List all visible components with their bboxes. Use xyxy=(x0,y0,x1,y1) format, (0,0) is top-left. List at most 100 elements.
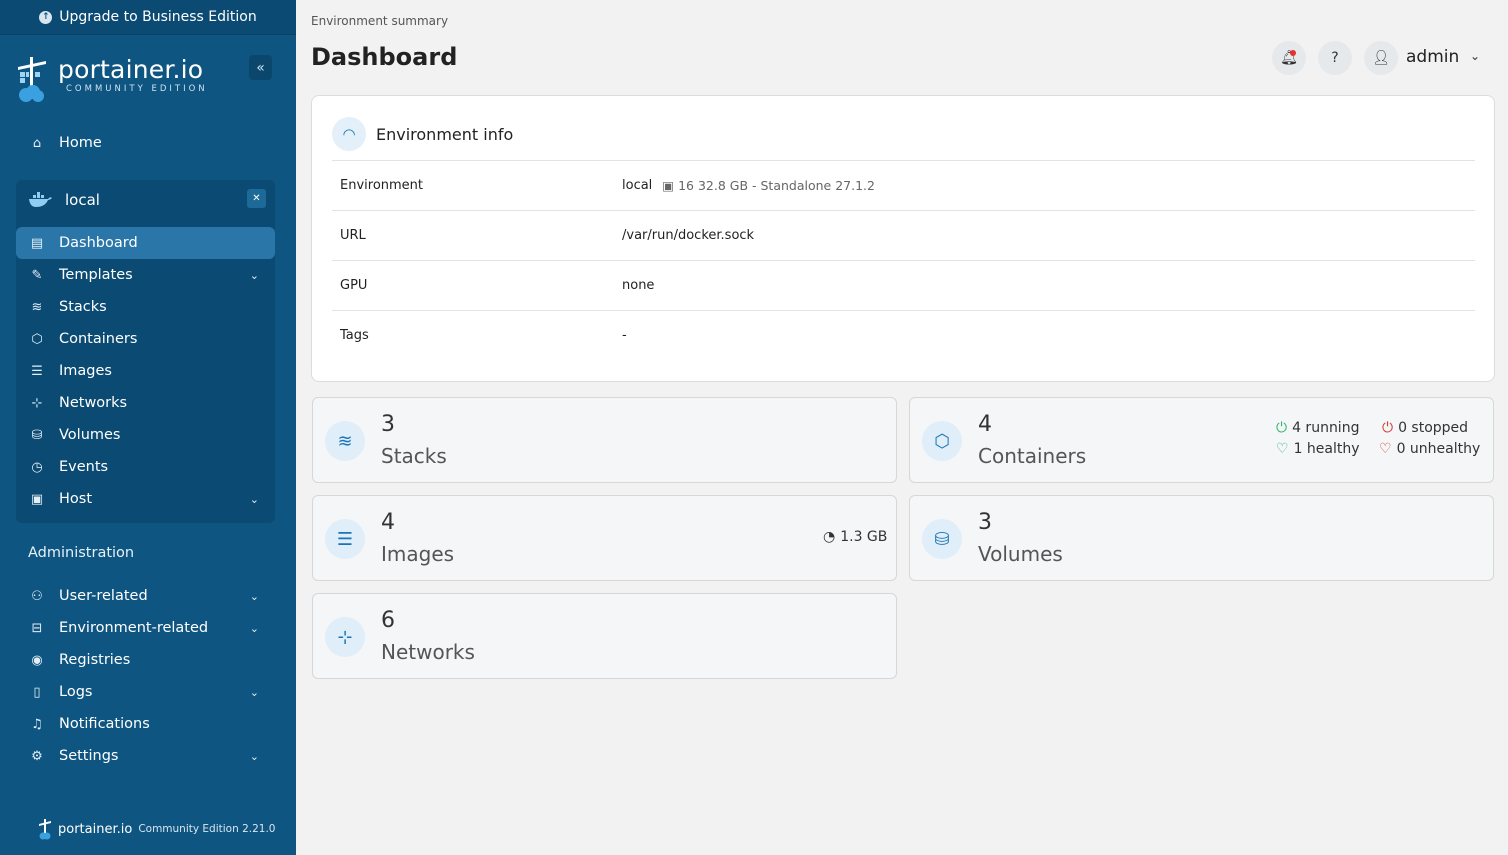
gauge-icon: ◠ xyxy=(332,117,366,151)
info-row-url: URL /var/run/docker.sock xyxy=(332,210,1475,260)
power-off-icon: ⏻ xyxy=(1382,420,1394,436)
info-key: Tags xyxy=(340,328,369,343)
volumes-label: Volumes xyxy=(978,542,1063,566)
close-environment-button[interactable]: ✕ xyxy=(247,189,266,208)
collapse-sidebar-button[interactable]: « xyxy=(249,55,272,80)
docker-icon xyxy=(29,192,52,207)
radio-icon: ◉ xyxy=(31,652,43,668)
unhealthy-count: 0 unhealthy xyxy=(1396,441,1481,457)
networks-card[interactable]: ⊹ 6 Networks xyxy=(312,593,897,679)
running-count: 4 running xyxy=(1292,420,1360,436)
footer-brand: portainer.io xyxy=(58,821,133,837)
chevron-down-icon[interactable]: ⌄ xyxy=(1470,49,1480,63)
info-row-environment: Environment local ▣ 16 32.8 GB - Standal… xyxy=(332,160,1475,210)
network-icon: ⊹ xyxy=(31,395,43,411)
info-value: /var/run/docker.sock xyxy=(622,228,755,243)
logo[interactable]: portainer.io COMMUNITY EDITION « xyxy=(16,55,272,105)
cpu-icon: ▣ xyxy=(662,178,675,193)
sidebar-item-stacks[interactable]: ≋ Stacks xyxy=(16,291,275,323)
chevron-down-icon[interactable]: ⌄ xyxy=(250,590,259,603)
chevron-down-icon[interactable]: ⌄ xyxy=(250,686,259,699)
sidebar-item-events[interactable]: ◷ Events xyxy=(16,451,275,483)
gear-icon: ⚙ xyxy=(31,748,43,764)
heart-icon: ♡ xyxy=(1276,441,1289,457)
healthy-count: 1 healthy xyxy=(1293,441,1360,457)
help-button[interactable]: ? xyxy=(1318,41,1352,75)
sidebar-item-registries[interactable]: ◉ Registries xyxy=(16,644,275,676)
sidebar-item-environment-related[interactable]: ⊟ Environment-related ⌄ xyxy=(16,612,275,644)
portainer-logo-small-icon xyxy=(39,819,51,840)
notifications-button[interactable]: 🔔︎ xyxy=(1272,41,1306,75)
sidebar-item-label: User-related xyxy=(59,588,148,604)
stacks-count: 3 xyxy=(381,412,395,437)
double-chevron-left-icon: « xyxy=(256,59,265,76)
info-row-tags: Tags - xyxy=(332,310,1475,360)
environment-info-card: ◠ Environment info Environment local ▣ 1… xyxy=(311,95,1495,382)
sidebar-item-label: Notifications xyxy=(59,716,150,732)
info-value: none xyxy=(622,278,655,293)
logo-edition: COMMUNITY EDITION xyxy=(66,84,208,94)
chevron-down-icon[interactable]: ⌄ xyxy=(250,269,259,282)
network-icon: ⊹ xyxy=(325,617,365,657)
user-menu-avatar[interactable]: 👤︎ xyxy=(1364,41,1398,75)
sidebar-item-user-related[interactable]: ⚇ User-related ⌄ xyxy=(16,580,275,612)
stacks-card[interactable]: ≋ 3 Stacks xyxy=(312,397,897,483)
box-icon: ⬡ xyxy=(922,421,962,461)
administration-section-label: Administration xyxy=(28,545,135,561)
logo-text: portainer.io xyxy=(58,55,204,84)
close-icon: ✕ xyxy=(252,193,261,204)
users-icon: ⚇ xyxy=(31,588,43,604)
list-icon: ☰ xyxy=(31,363,43,379)
environment-name: local xyxy=(65,191,100,209)
file-text-icon: ▯ xyxy=(33,684,41,700)
sidebar-item-settings[interactable]: ⚙ Settings ⌄ xyxy=(16,740,275,772)
sidebar-item-label: Settings xyxy=(59,748,119,764)
upgrade-banner[interactable]: ↑ Upgrade to Business Edition xyxy=(0,0,296,35)
chevron-down-icon[interactable]: ⌄ xyxy=(250,750,259,763)
user-name[interactable]: admin xyxy=(1406,47,1459,67)
info-key: Environment xyxy=(340,178,424,193)
sidebar-item-logs[interactable]: ▯ Logs ⌄ xyxy=(16,676,275,708)
info-row-gpu: GPU none xyxy=(332,260,1475,310)
edit-icon: ✎ xyxy=(31,267,43,283)
sidebar-item-containers[interactable]: ⬡ Containers xyxy=(16,323,275,355)
sidebar-item-home[interactable]: ⌂ Home xyxy=(16,127,275,159)
volumes-card[interactable]: ⛁ 3 Volumes xyxy=(909,495,1494,581)
images-count: 4 xyxy=(381,510,395,535)
sidebar-item-volumes[interactable]: ⛁ Volumes xyxy=(16,419,275,451)
environment-info-header: ◠ Environment info xyxy=(332,117,513,151)
chevron-down-icon[interactable]: ⌄ xyxy=(250,493,259,506)
database-icon: ⛁ xyxy=(922,519,962,559)
sidebar-item-images[interactable]: ☰ Images xyxy=(16,355,275,387)
environment-header: local xyxy=(16,184,275,216)
sidebar-item-templates[interactable]: ✎ Templates ⌄ xyxy=(16,259,275,291)
sidebar-item-dashboard[interactable]: ▤ Dashboard xyxy=(16,227,275,259)
box-icon: ⬡ xyxy=(31,331,43,347)
unhealthy-status: ♡ 0 unhealthy xyxy=(1379,441,1480,457)
environment-resources: ▣ 16 32.8 GB - Standalone 27.1.2 xyxy=(662,178,875,193)
sidebar-item-label: Host xyxy=(59,491,93,507)
sidebar-item-label: Volumes xyxy=(59,427,121,443)
info-key: URL xyxy=(340,228,366,243)
sidebar-item-label: Home xyxy=(59,135,102,151)
sidebar-item-networks[interactable]: ⊹ Networks xyxy=(16,387,275,419)
stopped-count: 0 stopped xyxy=(1398,420,1469,436)
chevron-down-icon[interactable]: ⌄ xyxy=(250,622,259,635)
networks-count: 6 xyxy=(381,608,395,633)
home-icon: ⌂ xyxy=(32,135,42,151)
power-icon: ⏻ xyxy=(1276,420,1288,436)
page-title: Dashboard xyxy=(311,43,458,71)
images-card[interactable]: ☰ 4 Images ◔ 1.3 GB xyxy=(312,495,897,581)
sidebar-item-label: Logs xyxy=(59,684,93,700)
breadcrumb[interactable]: Environment summary xyxy=(311,14,448,28)
notification-dot xyxy=(1290,50,1296,56)
hard-drive-icon: ⊟ xyxy=(31,620,43,636)
containers-card[interactable]: ⬡ 4 Containers ⏻ 4 running ⏻ 0 stopped ♡… xyxy=(909,397,1494,483)
info-value: - xyxy=(622,328,627,343)
sidebar-item-host[interactable]: ▣ Host ⌄ xyxy=(16,483,275,515)
dashboard-icon: ▤ xyxy=(30,235,44,251)
sidebar-item-notifications[interactable]: ♫ Notifications xyxy=(16,708,275,740)
running-status: ⏻ 4 running xyxy=(1276,420,1359,436)
containers-count: 4 xyxy=(978,412,992,437)
layers-icon: ≋ xyxy=(325,421,365,461)
